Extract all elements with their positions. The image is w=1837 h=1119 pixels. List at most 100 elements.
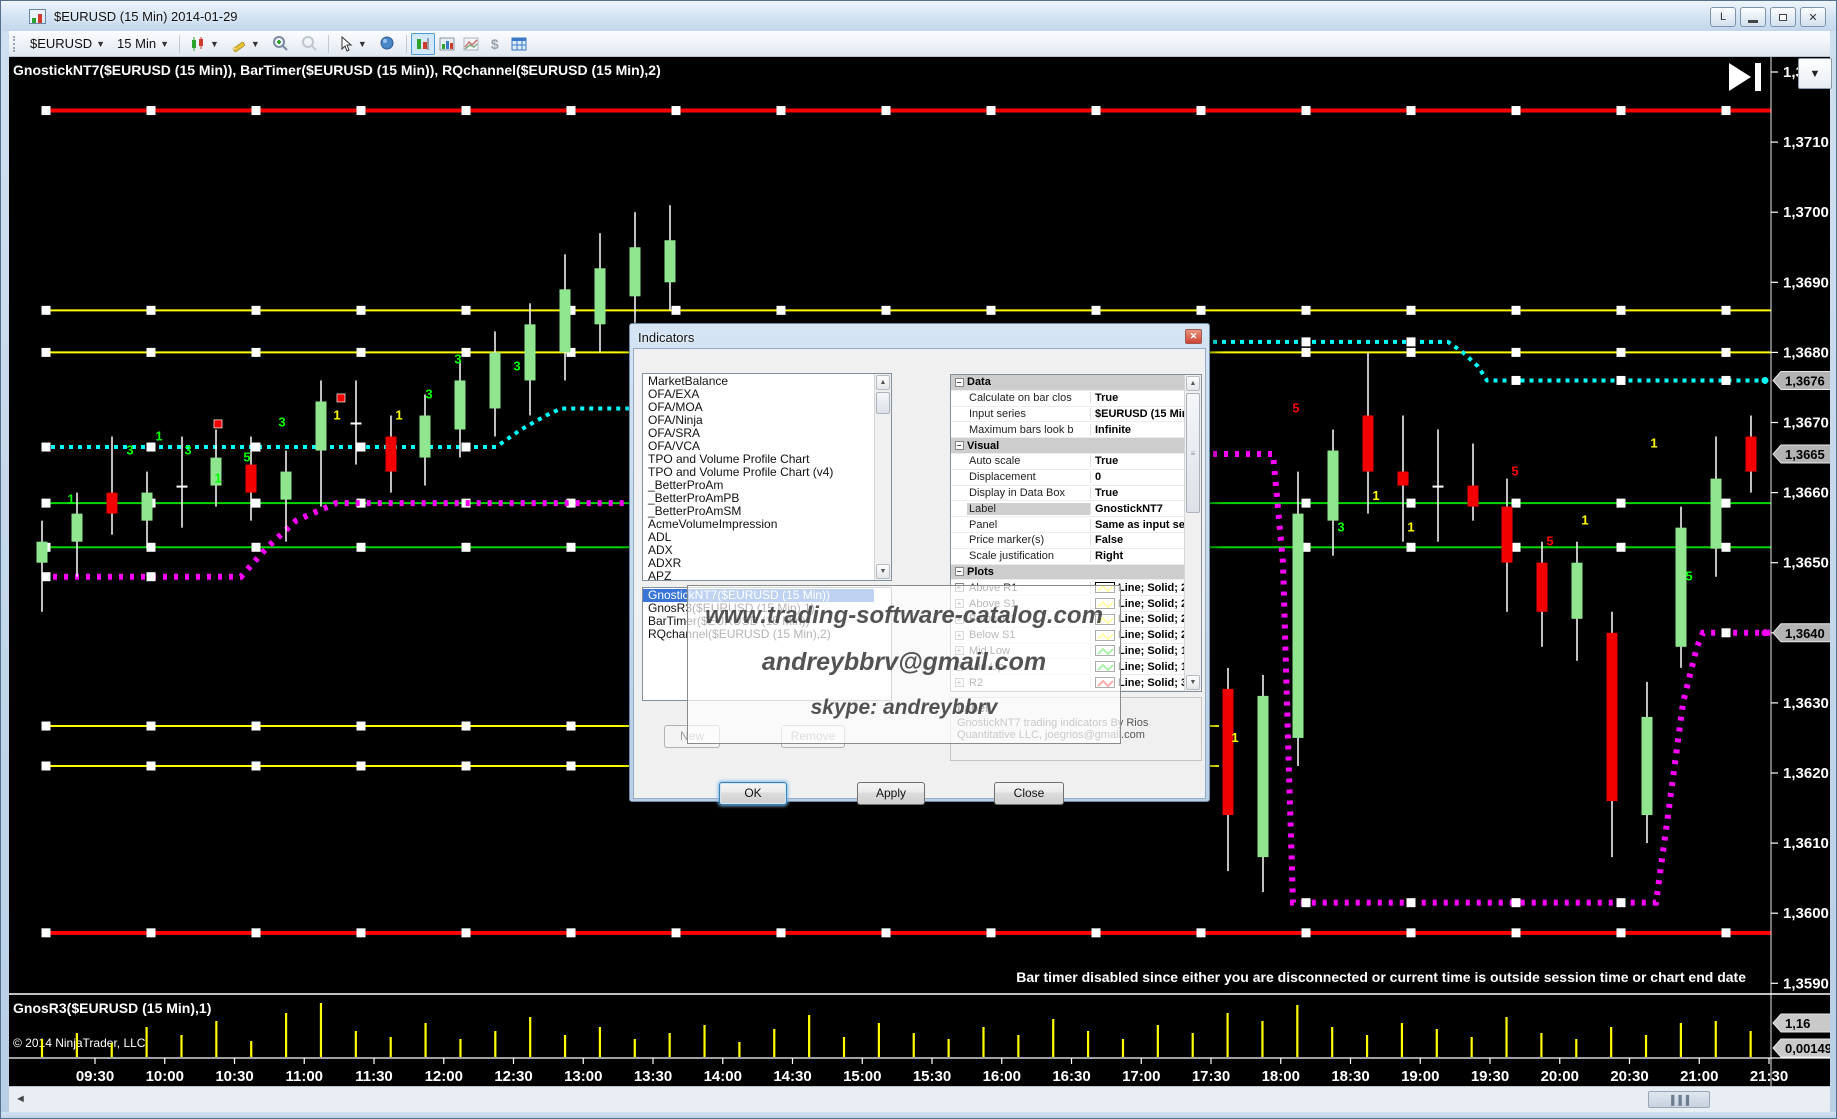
indicator-list-item[interactable]: AcmeVolumeImpression (643, 518, 874, 531)
candle (1676, 528, 1687, 647)
candle (1398, 472, 1409, 486)
candle (1537, 563, 1548, 612)
property-category[interactable]: −Plots (951, 565, 1184, 581)
watermark-line: andreybbrv@gmail.com (688, 648, 1120, 677)
property-category[interactable]: −Data (951, 375, 1184, 391)
time-tick-label: 13:00 (564, 1068, 602, 1085)
candle (246, 465, 257, 493)
bar-count-label: 5 (1292, 400, 1299, 415)
bar-count-label: 1 (1231, 730, 1238, 745)
plot-value-dot (1762, 377, 1769, 384)
collapse-icon[interactable]: − (955, 378, 964, 387)
property-row[interactable]: Scale justificationRight (951, 549, 1184, 565)
app-window: $EURUSD (15 Min) 2014-01-29 L ✕ $EURUSD … (0, 0, 1837, 1119)
chart-legend: GnostickNT7($EURUSD (15 Min)), BarTimer(… (13, 62, 661, 78)
ok-button[interactable]: OK (719, 782, 787, 805)
price-marker-label: 1,3665 (1785, 447, 1825, 462)
list-scrollbar[interactable]: ▲ ▼ (874, 374, 891, 580)
bar-count-label: 3 (126, 443, 133, 458)
close-button-dialog[interactable]: Close (994, 782, 1064, 805)
bar-count-label: 1 (1372, 488, 1379, 503)
time-tick-label: 14:00 (704, 1068, 742, 1085)
candle (316, 401, 327, 450)
bar-count-label: 3 (425, 386, 432, 401)
price-tick-label: 1,3670 (1783, 415, 1829, 432)
property-row[interactable]: Input series$EURUSD (15 Min) (951, 407, 1184, 423)
indicator-list-item[interactable]: APZ (643, 570, 874, 581)
time-tick-label: 11:30 (355, 1068, 393, 1085)
time-tick-label: 21:30 (1750, 1068, 1788, 1085)
bar-timer-notice: Bar timer disabled since either you are … (1016, 969, 1746, 985)
property-row[interactable]: Maximum bars look bInfinite (951, 422, 1184, 438)
price-tick-label: 1,3600 (1783, 905, 1829, 922)
property-row[interactable]: Auto scaleTrue (951, 454, 1184, 470)
time-tick-label: 19:30 (1471, 1068, 1509, 1085)
available-indicators-list[interactable]: MarketBalanceOFA/EXAOFA/MOAOFA/NinjaOFA/… (642, 373, 892, 581)
bar-count-label: 3 (278, 415, 285, 430)
chevron-down-icon: ▼ (1810, 68, 1821, 80)
time-tick-label: 17:30 (1192, 1068, 1230, 1085)
plot-value-dot (1762, 629, 1769, 636)
time-tick-label: 12:30 (494, 1068, 532, 1085)
candle (1468, 486, 1479, 507)
dialog-close-button[interactable]: ✕ (1185, 329, 1202, 344)
time-tick-label: 11:00 (285, 1068, 323, 1085)
price-scale-menu-button[interactable]: ▼ (1798, 58, 1832, 89)
price-tick-label: 1,3660 (1783, 485, 1829, 502)
price-tick-label: 1,3590 (1783, 975, 1829, 992)
property-row[interactable]: Price marker(s)False (951, 533, 1184, 549)
property-row[interactable]: Displacement0 (951, 470, 1184, 486)
watermark-overlay: www.trading-software-catalog.com andreyb… (687, 585, 1121, 744)
scroll-up-icon[interactable]: ▲ (1186, 376, 1200, 391)
property-row[interactable]: Display in Data BoxTrue (951, 486, 1184, 502)
candle (177, 486, 188, 488)
grid-scrollbar[interactable]: ▲ ≡ ▼ (1184, 375, 1201, 691)
collapse-icon[interactable]: − (955, 567, 964, 576)
candle (1258, 696, 1269, 857)
scroll-down-icon[interactable]: ▼ (876, 564, 890, 579)
watermark-line: skype: andreybbrv (688, 696, 1120, 720)
playback-icon (1755, 63, 1761, 91)
time-tick-label: 16:30 (1052, 1068, 1090, 1085)
candle (1223, 689, 1234, 815)
candle (455, 380, 466, 429)
candle (1607, 633, 1618, 801)
bar-count-label: 1 (155, 429, 162, 444)
scroll-up-icon[interactable]: ▲ (876, 375, 890, 390)
property-row[interactable]: Calculate on bar closTrue (951, 391, 1184, 407)
candle (595, 268, 606, 324)
candle (72, 514, 83, 542)
indicator-list-item[interactable]: ADL (643, 531, 874, 544)
time-tick-label: 18:30 (1331, 1068, 1369, 1085)
bar-count-label: 3 (1337, 520, 1344, 535)
bar-count-label: 1 (1407, 520, 1414, 535)
property-row[interactable]: PanelSame as input series (951, 517, 1184, 533)
scrollbar-thumb[interactable]: ▐▐▐ (1648, 1091, 1710, 1108)
watermark-line: www.trading-software-catalog.com (688, 602, 1120, 630)
indicator-list-item[interactable]: ADXR (643, 557, 874, 570)
scroll-down-icon[interactable]: ▼ (1186, 675, 1200, 690)
property-row[interactable]: LabelGnostickNT7 (951, 501, 1184, 517)
bar-count-label: 1 (1650, 436, 1657, 451)
candle (525, 324, 536, 380)
candle (1711, 479, 1722, 549)
scroll-left-icon[interactable]: ◄ (15, 1093, 26, 1105)
bar-signal-marker (214, 420, 222, 428)
candle (281, 472, 292, 500)
bar-count-label: 5 (243, 450, 250, 465)
chart-horizontal-scrollbar[interactable]: ◄ ▐▐▐ (9, 1086, 1830, 1112)
bar-count-label: 5 (1546, 534, 1553, 549)
time-tick-label: 17:00 (1122, 1068, 1160, 1085)
collapse-icon[interactable]: − (955, 441, 964, 450)
subpanel-legend: GnosR3($EURUSD (15 Min),1) (13, 1000, 211, 1016)
dialog-title[interactable]: Indicators (633, 327, 1206, 348)
price-tick-label: 1,3610 (1783, 835, 1829, 852)
property-category[interactable]: −Visual (951, 438, 1184, 454)
time-tick-label: 13:30 (634, 1068, 672, 1085)
bar-count-label: 3 (513, 358, 520, 373)
price-tick-label: 1,3650 (1783, 555, 1829, 572)
apply-button[interactable]: Apply (857, 782, 925, 805)
time-tick-label: 15:00 (843, 1068, 881, 1085)
price-tick-label: 1,3710 (1783, 134, 1829, 151)
time-tick-label: 20:00 (1541, 1068, 1579, 1085)
